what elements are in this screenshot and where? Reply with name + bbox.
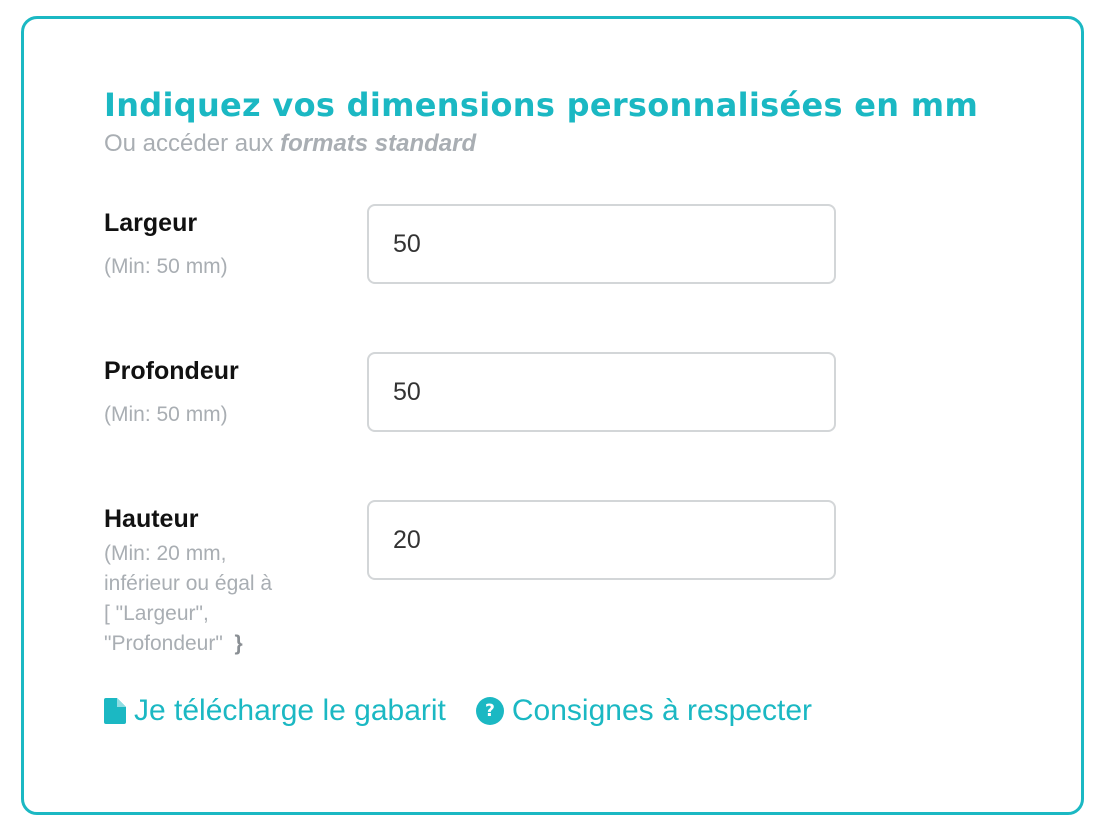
depth-label: Profondeur — [104, 357, 239, 385]
height-hint-line-1: (Min: 20 mm, — [104, 542, 227, 565]
depth-hint-line: (Min: 50 mm) — [104, 403, 228, 426]
width-hint: (Min: 50 mm) — [104, 252, 228, 282]
guidelines-label: Consignes à respecter — [511, 694, 813, 727]
height-hint-line-2: inférieur ou égal à — [104, 572, 273, 595]
file-icon — [104, 698, 126, 724]
height-hint-line-4: "Profondeur" } — [104, 629, 272, 659]
standard-formats-link[interactable]: formats standard — [280, 130, 476, 157]
height-hint-line-3: [ "Largeur", — [104, 602, 209, 625]
height-hint: (Min: 20 mm, inférieur ou égal à [ "Larg… — [104, 539, 272, 659]
width-input[interactable] — [367, 204, 836, 284]
guidelines-link[interactable]: ? Consignes à respecter — [475, 694, 813, 728]
download-template-label: Je télécharge le gabarit — [134, 694, 446, 727]
help-links: Je télécharge le gabarit ? Consignes à r… — [104, 694, 812, 728]
download-template-link[interactable]: Je télécharge le gabarit — [104, 694, 446, 728]
depth-input[interactable] — [367, 352, 836, 432]
question-circle-icon: ? — [475, 697, 504, 725]
page-title: Indiquez vos dimensions personnalisées e… — [104, 86, 979, 124]
height-label: Hauteur — [104, 505, 199, 533]
width-hint-line: (Min: 50 mm) — [104, 255, 228, 278]
closing-brace: } — [234, 632, 243, 655]
subtitle: Ou accéder aux formats standard — [104, 130, 476, 158]
height-input[interactable] — [367, 500, 836, 580]
width-label: Largeur — [104, 209, 198, 237]
depth-hint: (Min: 50 mm) — [104, 400, 228, 430]
height-hint-line-4-text: "Profondeur" — [104, 632, 223, 655]
subtitle-text: Ou accéder aux — [104, 130, 274, 157]
